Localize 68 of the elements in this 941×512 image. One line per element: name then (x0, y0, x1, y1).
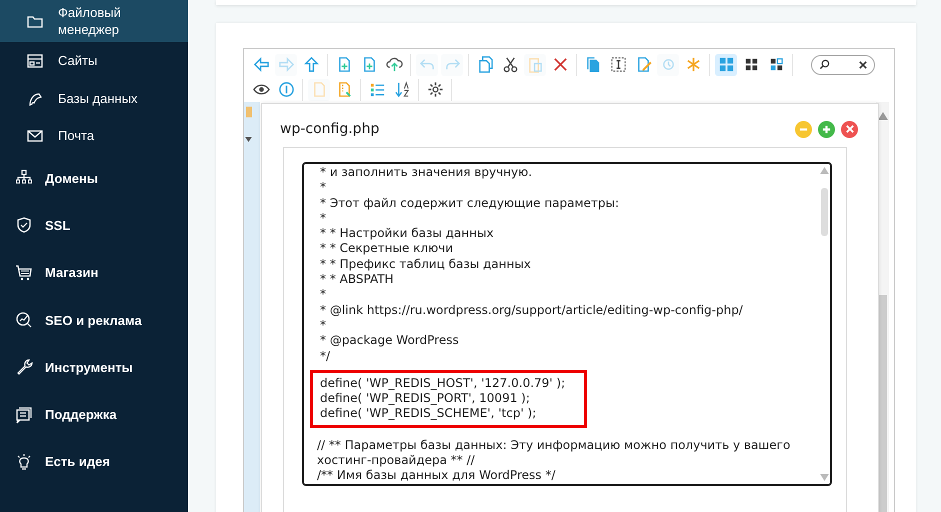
large-grid-icon (718, 56, 734, 73)
scroll-up-icon[interactable] (820, 167, 829, 174)
code-line: * Этот файл содержит следующие параметры: (320, 196, 620, 211)
sidebar-item[interactable]: Поддержка (0, 390, 188, 438)
cart-icon (15, 264, 33, 282)
sidebar-item[interactable]: Домены (0, 154, 188, 202)
code-line: * и заполнить значения вручную. (320, 165, 534, 180)
asterisk-icon (684, 56, 702, 73)
clear-icon (859, 60, 867, 68)
left-arrow-icon (252, 56, 270, 73)
code-line: * @package WordPress (320, 333, 460, 349)
right-arrow-icon (278, 56, 294, 73)
dialog-title: wp-config.php (280, 121, 380, 137)
code-line: * * Настройки базы данных (320, 226, 495, 242)
maximize-button[interactable] (818, 120, 835, 138)
code-line: * * Префикс таблиц базы данных (320, 256, 532, 272)
sidebar-item[interactable]: SSL (0, 202, 188, 250)
duplicate-icon (584, 56, 602, 73)
sort-icon (394, 81, 410, 98)
search-field[interactable] (811, 54, 875, 74)
chat-icon (15, 406, 33, 424)
plus-icon (822, 124, 831, 134)
code-line: * (320, 210, 327, 226)
scroll-up-icon[interactable] (878, 112, 888, 120)
settings-icon (426, 81, 444, 98)
sidebar-item[interactable]: SEO и реклама (0, 296, 188, 344)
search-icon (819, 59, 830, 70)
code-line: define( 'WP_REDIS_HOST', '127.0.0.79' ); (320, 376, 566, 392)
sidebar-item[interactable]: Инструменты (0, 344, 188, 391)
code-line: * @link https://ru.wordpress.org/support/article/editing-wp-config-php/ (320, 302, 744, 318)
paste-icon (526, 56, 544, 73)
text-cursor-icon (610, 56, 626, 73)
info-icon (278, 81, 294, 98)
list-icon (368, 81, 386, 98)
close-button[interactable] (841, 120, 858, 138)
up-arrow-icon (302, 56, 320, 73)
scroll-down-icon[interactable] (820, 474, 829, 481)
sidebar-item[interactable]: Почта (0, 117, 188, 154)
sidebar-item[interactable]: Сайты (0, 42, 188, 80)
scroll-thumb[interactable] (821, 188, 828, 236)
code-line: * * ABSPATH (320, 272, 395, 288)
sidebar-item[interactable]: Базы данных (0, 80, 188, 117)
code-line: */ (320, 348, 332, 364)
wrench-icon (15, 358, 33, 376)
minimize-button[interactable] (795, 120, 812, 138)
code-line: * (320, 318, 327, 334)
close-icon (552, 56, 568, 73)
code-line: // ** Параметры базы данных: Эту информацию можно получить у вашего хостинг-провайдера ** // (317, 438, 792, 468)
cloud-upload-icon (386, 56, 402, 73)
sidebar-item[interactable]: Есть идея (0, 438, 188, 486)
code-line: * (320, 180, 327, 196)
folder-icon (246, 106, 252, 118)
code-line: /** Имя базы данных для WordPress */ (317, 468, 556, 484)
sidebar-item[interactable]: Магазин (0, 249, 188, 296)
close-icon (846, 125, 854, 133)
copy-icon (476, 56, 494, 73)
browser-window-icon (26, 52, 44, 70)
caret-icon[interactable] (245, 137, 252, 142)
shield-icon (15, 216, 33, 234)
scissors-icon (502, 56, 518, 73)
sidebar-item[interactable]: Файловый менеджер (0, 0, 188, 42)
code-line: define( 'WP_REDIS_SCHEME', 'tcp' ); (320, 406, 538, 422)
code-editor[interactable] (302, 162, 832, 486)
magnifier-chart-icon (15, 311, 33, 330)
lightbulb-icon (15, 452, 33, 471)
code-line: * * Секретные ключи (320, 241, 454, 257)
code-line: * (320, 287, 327, 303)
code-line: define( 'WP_REDIS_PORT', 10091 ); (320, 391, 531, 406)
